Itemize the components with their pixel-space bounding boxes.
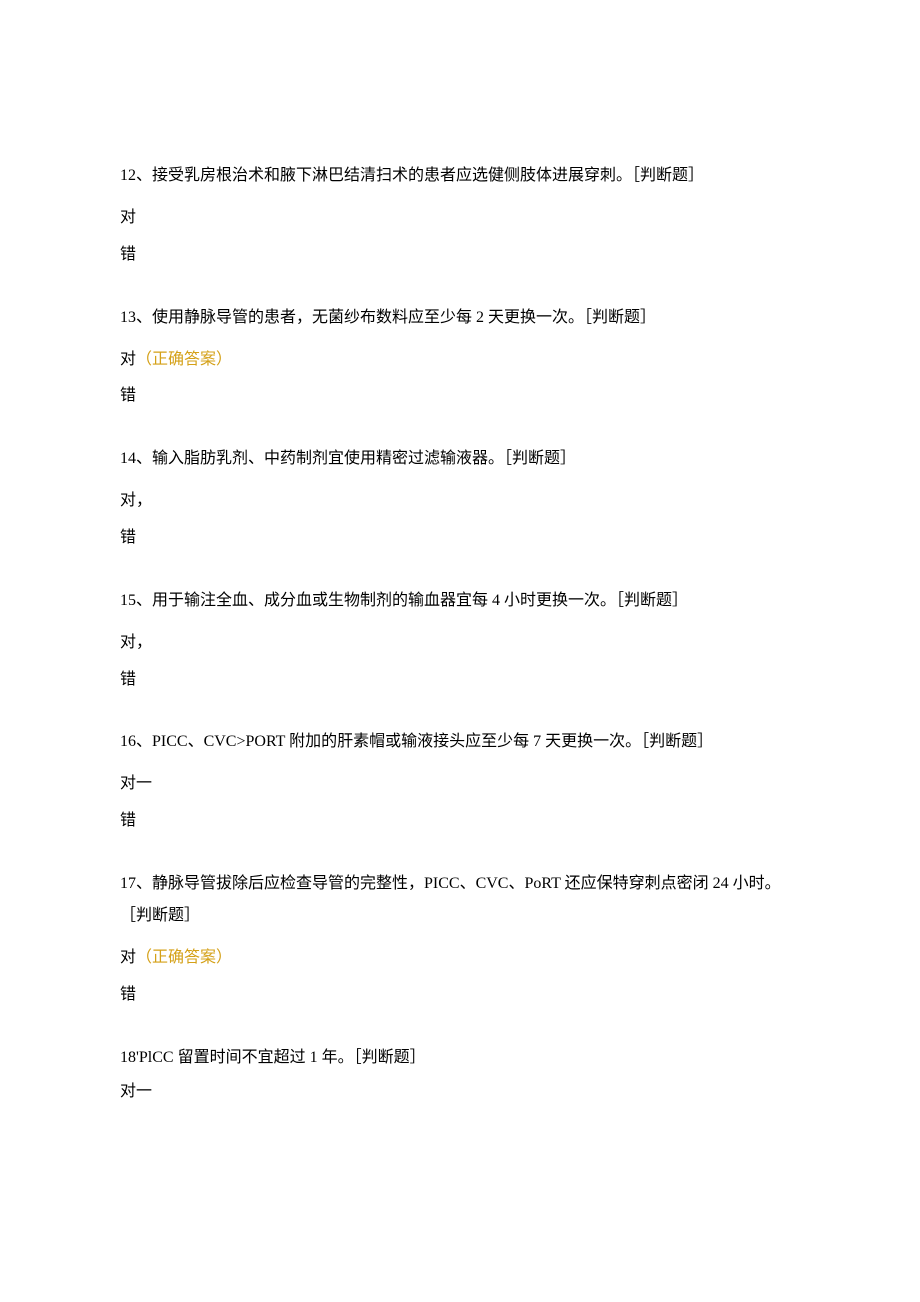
- option-false: 错: [120, 807, 800, 836]
- option-true: 对一: [120, 770, 800, 799]
- option-true: 对，: [120, 629, 800, 658]
- question-text: 13、使用静脉导管的患者，无菌纱布数料应至少每 2 天更换一次。［判断题］: [120, 302, 800, 334]
- option-true: 对: [120, 204, 800, 233]
- option-true-label: 对: [120, 351, 136, 368]
- question-18: 18'PlCC 留置时间不宜超过 1 年。［判断题］ 对一: [120, 1042, 800, 1107]
- correct-answer-mark: （正确答案）: [136, 351, 232, 368]
- question-16: 16、PICC、CVC>PORT 附加的肝素帽或输液接头应至少每 7 天更换一次…: [120, 726, 800, 836]
- option-false: 错: [120, 382, 800, 411]
- question-text: 17、静脉导管拔除后应检查导管的完整性，PICC、CVC、PoRT 还应保特穿刺…: [120, 868, 800, 932]
- option-true: 对（正确答案）: [120, 944, 800, 973]
- question-text: 18'PlCC 留置时间不宜超过 1 年。［判断题］: [120, 1042, 800, 1074]
- question-text: 14、输入脂肪乳剂、中药制剂宜使用精密过滤输液器。［判断题］: [120, 443, 800, 475]
- question-14: 14、输入脂肪乳剂、中药制剂宜使用精密过滤输液器。［判断题］ 对， 错: [120, 443, 800, 553]
- question-17: 17、静脉导管拔除后应检查导管的完整性，PICC、CVC、PoRT 还应保特穿刺…: [120, 868, 800, 1010]
- option-false: 错: [120, 981, 800, 1010]
- question-12: 12、接受乳房根治术和腋下淋巴结清扫术的患者应选健侧肢体进展穿刺。［判断题］ 对…: [120, 160, 800, 270]
- question-text: 16、PICC、CVC>PORT 附加的肝素帽或输液接头应至少每 7 天更换一次…: [120, 726, 800, 758]
- question-15: 15、用于输注全血、成分血或生物制剂的输血器宜每 4 小时更换一次。［判断题］ …: [120, 585, 800, 695]
- option-true: 对（正确答案）: [120, 346, 800, 375]
- option-false: 错: [120, 241, 800, 270]
- option-true: 对，: [120, 487, 800, 516]
- document-page: 12、接受乳房根治术和腋下淋巴结清扫术的患者应选健侧肢体进展穿刺。［判断题］ 对…: [0, 0, 920, 1302]
- correct-answer-mark: （正确答案）: [136, 949, 232, 966]
- question-13: 13、使用静脉导管的患者，无菌纱布数料应至少每 2 天更换一次。［判断题］ 对（…: [120, 302, 800, 412]
- option-false: 错: [120, 666, 800, 695]
- option-false: 错: [120, 524, 800, 553]
- question-text: 12、接受乳房根治术和腋下淋巴结清扫术的患者应选健侧肢体进展穿刺。［判断题］: [120, 160, 800, 192]
- option-true: 对一: [120, 1078, 800, 1107]
- question-text: 15、用于输注全血、成分血或生物制剂的输血器宜每 4 小时更换一次。［判断题］: [120, 585, 800, 617]
- option-true-label: 对: [120, 949, 136, 966]
